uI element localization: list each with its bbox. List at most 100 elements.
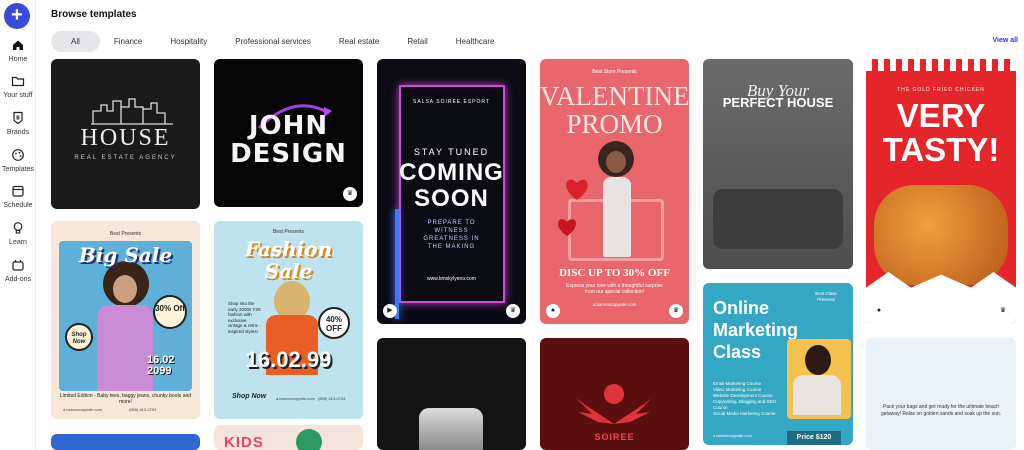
home-icon [13, 40, 23, 50]
premium-crown-icon: ♛ [506, 304, 520, 318]
template-card-fashion-sale[interactable]: Best Presents Fashion Sale Shop into the… [214, 221, 363, 419]
template-card-very-tasty[interactable]: THE GOLD FRIED CHICKEN VERY TASTY! ● ♛ [866, 59, 1016, 324]
student-hair [805, 345, 831, 375]
add-ons-icon [12, 260, 24, 271]
sidebar-item-label: Your stuff [3, 92, 33, 99]
calendar-icon [12, 185, 24, 197]
checker-border [866, 59, 1016, 71]
svg-text:B: B [16, 116, 20, 122]
template-card-coming-soon[interactable]: SALSA SOIREE ESPORT STAY TUNED COMING SO… [377, 59, 526, 324]
template-card-dark-product[interactable] [377, 338, 526, 450]
template-card-online-marketing[interactable]: Best Class Presents Online Marketing Cla… [703, 283, 853, 445]
model-jacket [97, 305, 153, 391]
lightbulb-icon [13, 222, 23, 234]
valentine-small: Best Store Presents [592, 69, 637, 75]
valentine-disc: DISC UP TO 30% OFF [559, 267, 670, 279]
bigsale-phone: (855) 413-0753 [129, 407, 157, 412]
fashion-small: Best Presents [272, 229, 305, 235]
paper-wrap [866, 272, 1016, 324]
fashion-url: a.barnescopysite.com [276, 396, 315, 401]
fashion-line2: Sale [264, 259, 313, 283]
sidebar-item-label: Templates [2, 166, 34, 173]
bigsale-title: Big Sale [78, 243, 173, 267]
course-item: Social Media Marketing Course [713, 411, 776, 416]
template-card-soiree[interactable]: SOIREE [540, 338, 689, 450]
template-card-valentine-promo[interactable]: Best Store Presents VALENTINE PROMO DISC… [540, 59, 689, 324]
online-price: Price $120 [787, 431, 841, 445]
online-line3: Class [713, 342, 762, 362]
folder-icon [11, 76, 25, 87]
filter-chip-healthcare[interactable]: Healthcare [442, 31, 509, 52]
template-card-big-sale[interactable]: Best Presents Big Sale 30% Off Shop Now … [51, 221, 200, 419]
sidebar-item-your-stuff[interactable]: Your stuff [0, 74, 36, 99]
online-line2: Marketing [713, 320, 799, 340]
neon-stay-tuned: STAY TUNED [413, 147, 490, 157]
template-card-kids[interactable]: KIDS [214, 425, 363, 450]
sidebar-item-label: Home [8, 56, 28, 63]
model-face [113, 275, 137, 303]
neon-url: www.kmskylyeno.com [427, 276, 476, 282]
soiree-title: SOIREE [594, 432, 635, 442]
student-body [793, 375, 841, 415]
valentine-line2: PROMO [566, 109, 663, 139]
house-subtitle: REAL ESTATE AGENCY [74, 155, 177, 161]
valentine-desc: Express your love with a thoughtful surp… [566, 283, 663, 295]
create-button[interactable]: + [4, 3, 30, 29]
fashion-phone: (855) 413-0753 [318, 396, 346, 401]
left-sidebar: + Home Your stuff B Brands Templates Sch… [0, 0, 36, 450]
online-course-list: Email Marketing Course Video Marketing C… [713, 381, 787, 417]
online-small: Best Class Presents [815, 291, 837, 302]
fried-chicken [874, 185, 1008, 285]
fashion-desc: Shop into the early 2000s Y2K fashion wi… [228, 301, 261, 334]
view-all-link[interactable]: View all [992, 37, 1018, 44]
bigsale-date: 16.02 2099 [147, 354, 175, 377]
course-item: Copywriting, Blogging and SEO Course [713, 399, 777, 410]
tasty-line2: TASTY! [882, 131, 1000, 168]
john-line2: DESIGN [230, 139, 347, 169]
sidebar-item-label: Learn [9, 239, 27, 246]
heart-balloon [564, 177, 590, 201]
filter-chip-finance[interactable]: Finance [100, 31, 156, 52]
fashion-line1: Fashion [244, 237, 333, 261]
category-filters: All Finance Hospitality Professional ser… [51, 31, 508, 52]
filter-chip-retail[interactable]: Retail [393, 31, 441, 52]
filter-chip-professional-services[interactable]: Professional services [221, 31, 325, 52]
sidebar-item-templates[interactable]: Templates [0, 148, 36, 173]
fashion-discount: 40% OFF [318, 307, 350, 339]
beach-desc: Pack your bags and get ready for the ult… [880, 404, 1002, 417]
neon-blue-line [395, 209, 399, 319]
sidebar-item-schedule[interactable]: Schedule [0, 184, 36, 209]
template-card-blue[interactable] [51, 434, 200, 450]
palette-icon [12, 149, 24, 161]
filter-chip-real-estate[interactable]: Real estate [325, 31, 393, 52]
sidebar-item-learn[interactable]: Learn [0, 221, 36, 246]
fashion-shop-now: Shop Now [232, 393, 267, 400]
template-card-house[interactable]: HOUSE REAL ESTATE AGENCY [51, 59, 200, 209]
tasty-small: THE GOLD FRIED CHICKEN [897, 87, 985, 93]
tasty-line1: VERY [896, 97, 986, 134]
skyline-logo [91, 98, 173, 125]
filter-chip-all[interactable]: All [51, 31, 100, 52]
valentine-model-dress [603, 177, 631, 257]
template-card-john-design[interactable]: JOHN DESIGN ♛ [214, 59, 363, 207]
sofa-shape [713, 189, 843, 249]
valentine-line1: VALENTINE [540, 81, 689, 111]
bigsale-small: Best Presents [109, 231, 142, 237]
animated-icon: ● [546, 304, 560, 318]
template-card-perfect-house[interactable]: Buy Your PERFECT HOUSE [703, 59, 853, 269]
soiree-wings-logo [576, 398, 652, 424]
bigsale-desc: Limited Edition - Baby tees, baggy jeans… [59, 393, 192, 405]
fashion-date: 16.02.99 [245, 347, 332, 372]
sidebar-item-brands[interactable]: B Brands [0, 111, 36, 136]
buy-line2: PERFECT HOUSE [722, 95, 834, 110]
filter-chip-hospitality[interactable]: Hospitality [156, 31, 221, 52]
sidebar-item-home[interactable]: Home [0, 38, 36, 63]
template-card-beach[interactable]: Pack your bags and get ready for the ult… [866, 338, 1016, 450]
neon-tagline: PREPARE TO WITNESS GREATNESS IN THE MAKI… [423, 220, 480, 250]
animated-icon: ● [872, 304, 886, 318]
bigsale-shop-now: Shop Now [65, 323, 93, 351]
bigsale-discount: 30% Off [153, 295, 187, 329]
sidebar-item-label: Schedule [3, 202, 33, 209]
sidebar-item-add-ons[interactable]: Add-ons [0, 258, 36, 283]
premium-crown-icon: ♛ [343, 187, 357, 201]
